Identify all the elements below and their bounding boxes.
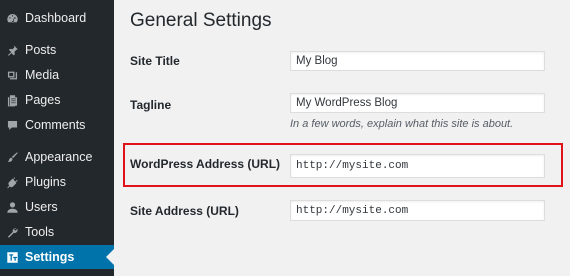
sidebar-item-tools[interactable]: Tools [0,221,114,243]
settings-content: General Settings Site Title My Blog Tagl… [114,0,570,276]
user-icon [5,200,19,214]
tagline-description: In a few words, explain what this site i… [290,118,514,130]
media-icon [5,68,19,82]
sidebar-item-label: Settings [25,250,75,264]
sidebar-item-label: Users [25,200,58,214]
tagline-input[interactable]: My WordPress Blog [290,93,545,113]
page-title: General Settings [130,10,272,31]
site-title-label: Site Title [130,54,180,68]
sidebar-item-pages[interactable]: Pages [0,89,114,111]
sidebar-item-label: Tools [25,225,55,239]
sidebar-item-label: Pages [25,93,61,107]
pages-icon [5,93,19,107]
site-address-input[interactable]: http://mysite.com [290,200,545,221]
plug-icon [5,175,19,189]
sidebar-item-posts[interactable]: Posts [0,39,114,61]
dashboard-icon [5,11,19,25]
settings-icon [5,250,19,264]
sidebar-item-label: Dashboard [25,11,87,25]
comment-icon [5,118,19,132]
sidebar-item-dashboard[interactable]: Dashboard [0,7,114,29]
site-address-label: Site Address (URL) [130,204,239,218]
brush-icon [5,150,19,164]
admin-sidebar: Dashboard Posts Media Pages Comments App… [0,0,114,276]
wordpress-address-label: WordPress Address (URL) [130,157,281,171]
sidebar-item-settings[interactable]: Settings [0,245,114,269]
pin-icon [5,43,19,57]
sidebar-item-label: Posts [25,43,57,57]
sidebar-item-media[interactable]: Media [0,64,114,86]
sidebar-item-comments[interactable]: Comments [0,114,114,136]
wordpress-address-input[interactable]: http://mysite.com [290,154,545,178]
sidebar-item-label: Comments [25,118,86,132]
sidebar-item-appearance[interactable]: Appearance [0,146,114,168]
site-title-input[interactable]: My Blog [290,51,545,71]
sidebar-item-plugins[interactable]: Plugins [0,171,114,193]
active-indicator [106,249,114,265]
wrench-icon [5,225,19,239]
sidebar-item-label: Appearance [25,150,93,164]
tagline-label: Tagline [130,98,172,112]
sidebar-item-label: Plugins [25,175,66,189]
sidebar-item-users[interactable]: Users [0,196,114,218]
sidebar-item-label: Media [25,68,60,82]
